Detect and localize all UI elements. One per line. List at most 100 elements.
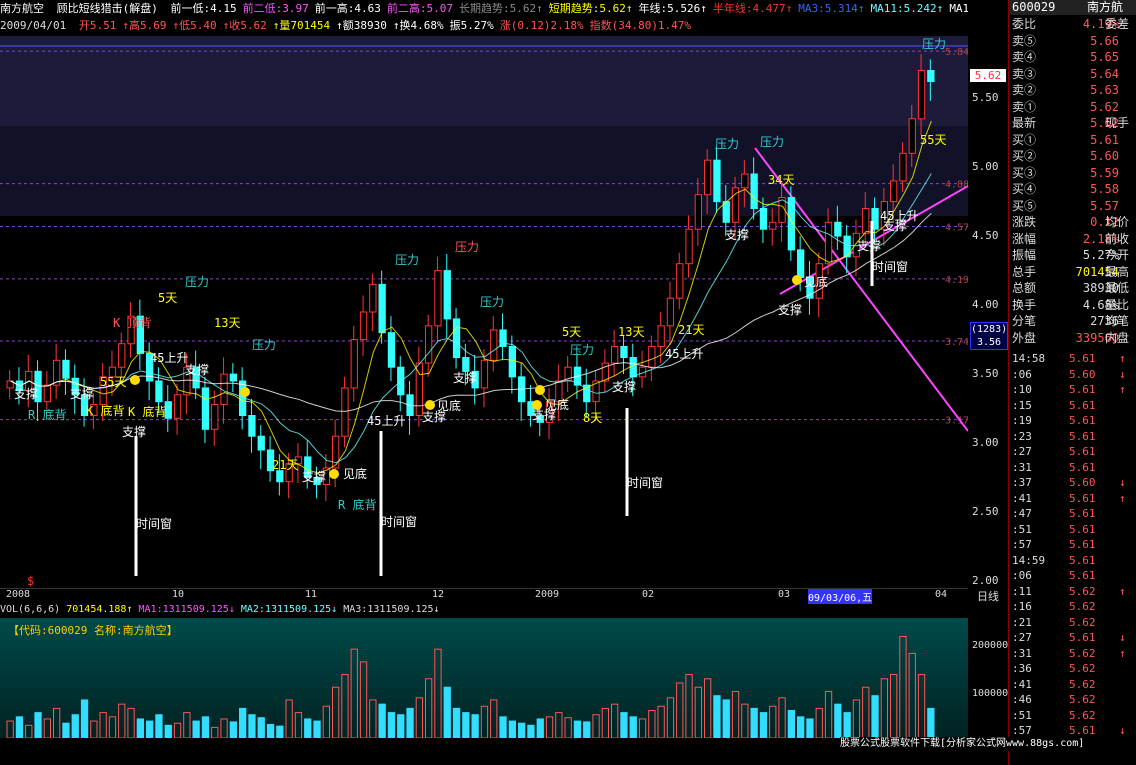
candle[interactable]	[629, 357, 637, 378]
buy-row[interactable]: 买② 5.60	[1009, 149, 1136, 164]
candle[interactable]	[211, 403, 219, 430]
volume-chart[interactable]: 【代码:600029 名称:南方航空】	[0, 618, 968, 738]
stat-row[interactable]: 涨跌 0.12 均价	[1009, 215, 1136, 230]
volume-bar[interactable]	[471, 714, 479, 738]
candle[interactable]	[694, 194, 703, 230]
volume-bar[interactable]	[843, 712, 851, 738]
period-button[interactable]: 日线	[968, 588, 1008, 603]
candle[interactable]	[155, 380, 163, 403]
candle[interactable]	[257, 435, 265, 451]
volume-bar[interactable]	[443, 686, 451, 738]
volume-bar[interactable]	[527, 724, 535, 738]
volume-bar[interactable]	[313, 720, 321, 738]
volume-bar[interactable]	[71, 714, 79, 738]
volume-bar[interactable]	[722, 699, 730, 738]
candle[interactable]	[62, 359, 70, 379]
volume-bar[interactable]	[806, 718, 814, 738]
volume-bar[interactable]	[378, 703, 386, 738]
volume-bar[interactable]	[266, 723, 275, 738]
volume-bar[interactable]	[508, 720, 517, 738]
volume-bar[interactable]	[276, 725, 284, 738]
candle[interactable]	[657, 325, 665, 347]
volume-bar[interactable]	[713, 695, 721, 738]
stat-row[interactable]: 振幅 5.27% 今开	[1009, 248, 1136, 263]
candle[interactable]	[508, 346, 517, 378]
stat-row[interactable]: 总额 38930 最低	[1009, 281, 1136, 296]
volume-bar[interactable]	[164, 724, 172, 738]
candle[interactable]	[620, 346, 628, 359]
volume-bar[interactable]	[257, 717, 265, 738]
candle[interactable]	[862, 208, 870, 234]
volume-bar[interactable]	[239, 707, 247, 738]
candle[interactable]	[834, 221, 842, 237]
volume-bar[interactable]	[136, 718, 144, 738]
candle[interactable]	[229, 373, 237, 382]
volume-bar[interactable]	[387, 712, 396, 738]
stat-row[interactable]: 换手 4.68% 量比	[1009, 298, 1136, 313]
volume-bar[interactable]	[583, 721, 591, 738]
volume-bar[interactable]	[15, 716, 24, 738]
candle[interactable]	[480, 359, 489, 389]
sell-row[interactable]: 卖⑤ 5.66	[1009, 34, 1136, 49]
candle[interactable]	[173, 394, 182, 419]
buy-row[interactable]: 买③ 5.59	[1009, 166, 1136, 181]
sell-row[interactable]: 卖② 5.63	[1009, 83, 1136, 98]
volume-bar[interactable]	[499, 716, 507, 738]
candle[interactable]	[350, 339, 358, 389]
volume-bar[interactable]	[406, 707, 414, 738]
volume-bar[interactable]	[871, 695, 879, 738]
candle[interactable]	[713, 159, 721, 203]
sell-row[interactable]: 卖① 5.62	[1009, 100, 1136, 115]
volume-bar[interactable]	[629, 716, 637, 738]
candle[interactable]	[741, 173, 749, 189]
volume-bar[interactable]	[573, 720, 582, 738]
buy-row[interactable]: 买⑤ 5.57	[1009, 199, 1136, 214]
volume-bar[interactable]	[759, 712, 768, 738]
candle[interactable]	[359, 311, 368, 341]
volume-bar[interactable]	[927, 707, 935, 738]
volume-bar[interactable]	[518, 722, 526, 738]
volume-bar[interactable]	[797, 716, 805, 738]
candle[interactable]	[248, 415, 256, 437]
candle[interactable]	[917, 70, 926, 120]
candle[interactable]	[685, 228, 693, 265]
candle[interactable]	[341, 387, 349, 437]
candle[interactable]	[666, 297, 675, 327]
candle[interactable]	[722, 201, 730, 223]
stat-row[interactable]: 涨幅 2.18% 前收	[1009, 232, 1136, 247]
candle[interactable]	[490, 329, 498, 361]
volume-bar[interactable]	[750, 707, 758, 738]
candle[interactable]	[118, 343, 126, 368]
sell-row[interactable]: 卖③ 5.64	[1009, 67, 1136, 82]
volume-bar[interactable]	[248, 714, 256, 738]
candle[interactable]	[611, 346, 619, 364]
candle[interactable]	[759, 208, 768, 230]
buy-row[interactable]: 买① 5.61	[1009, 133, 1136, 148]
volume-bar[interactable]	[834, 703, 842, 738]
candle[interactable]	[704, 159, 712, 196]
candle[interactable]	[927, 70, 935, 83]
volume-bar[interactable]	[62, 722, 70, 738]
volume-bar[interactable]	[146, 720, 154, 738]
candle[interactable]	[369, 283, 377, 313]
volume-bar[interactable]	[397, 714, 405, 738]
sell-row[interactable]: 卖④ 5.65	[1009, 50, 1136, 65]
candle[interactable]	[648, 346, 656, 368]
candle[interactable]	[899, 152, 907, 182]
weibi-row[interactable]: 委比 4.19% 委差	[1009, 17, 1136, 32]
candle[interactable]	[462, 357, 470, 372]
candle[interactable]	[676, 263, 684, 299]
candle[interactable]	[332, 435, 340, 469]
candlestick-chart[interactable]: 5.844.884.574.193.743.17 压力压力压力压力压力压力 压力压…	[0, 36, 968, 588]
candle[interactable]	[425, 325, 433, 364]
volume-bar[interactable]	[620, 712, 628, 738]
candle[interactable]	[43, 384, 52, 403]
volume-bar[interactable]	[452, 707, 461, 738]
candle[interactable]	[276, 470, 284, 483]
volume-bar[interactable]	[536, 718, 544, 738]
volume-bar[interactable]	[192, 720, 200, 738]
candle[interactable]	[387, 332, 396, 368]
candle[interactable]	[908, 118, 916, 154]
volume-bar[interactable]	[80, 699, 89, 738]
stock-header[interactable]: 600029 南方航	[1009, 0, 1136, 15]
